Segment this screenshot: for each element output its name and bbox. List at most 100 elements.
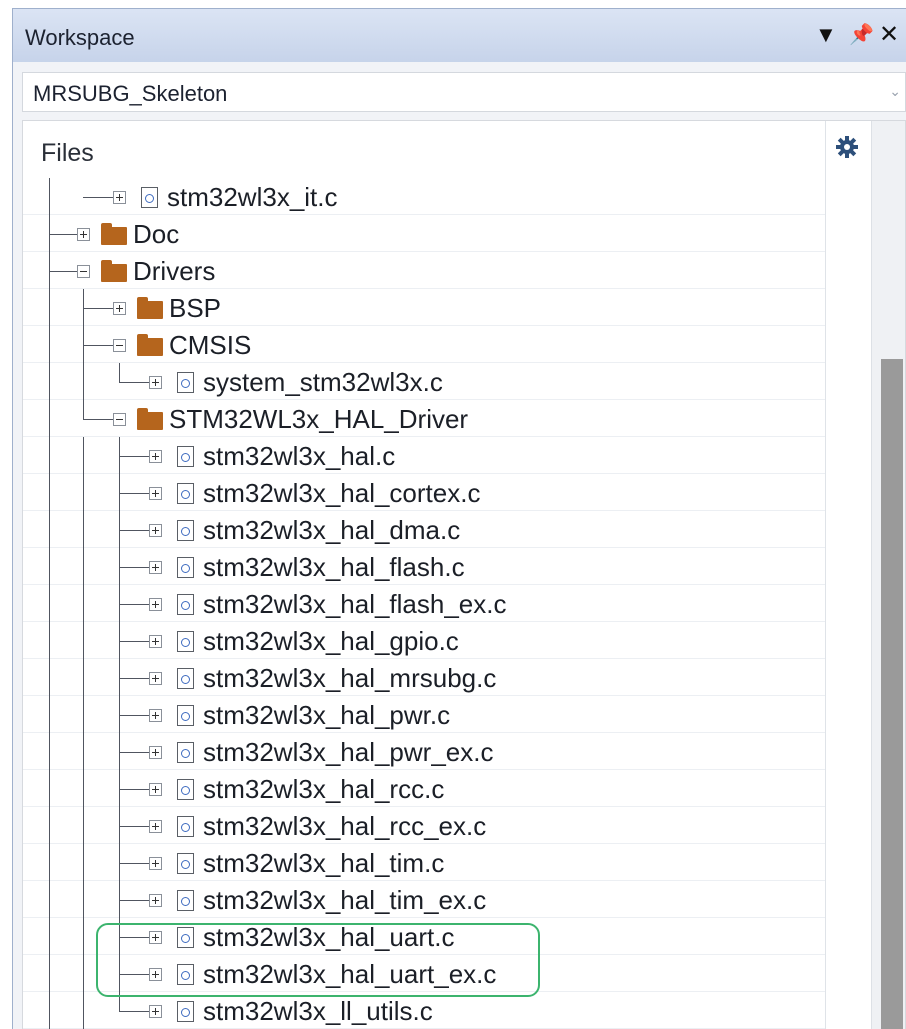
close-icon[interactable]: ✕ — [879, 23, 899, 47]
expand-icon[interactable] — [149, 561, 162, 574]
tree-row[interactable]: stm32wl3x_hal_dma.c — [23, 511, 825, 548]
file-icon — [177, 816, 194, 837]
tree-line — [49, 881, 50, 918]
tree-line — [119, 363, 120, 382]
tree-line — [49, 400, 50, 437]
tree-row[interactable]: stm32wl3x_hal_tim_ex.c — [23, 881, 825, 918]
expand-icon[interactable] — [149, 783, 162, 796]
expand-icon[interactable] — [149, 635, 162, 648]
expand-icon[interactable] — [149, 487, 162, 500]
expand-icon[interactable] — [77, 228, 90, 241]
tree-row[interactable]: stm32wl3x_hal_rcc.c — [23, 770, 825, 807]
tree-row[interactable]: stm32wl3x_ll_utils.c — [23, 992, 825, 1029]
tree-line — [83, 511, 84, 548]
folder-icon — [101, 260, 127, 282]
tree-row[interactable]: Drivers — [23, 252, 825, 289]
file-label: stm32wl3x_hal_pwr.c — [203, 700, 451, 730]
tree-line — [83, 770, 84, 807]
folder-icon — [137, 408, 163, 430]
tree-line — [49, 289, 50, 326]
tree-row[interactable]: STM32WL3x_HAL_Driver — [23, 400, 825, 437]
expand-icon[interactable] — [113, 191, 126, 204]
tree-line — [83, 955, 84, 992]
tree-row[interactable]: stm32wl3x_hal_rcc_ex.c — [23, 807, 825, 844]
expand-icon[interactable] — [149, 820, 162, 833]
tree-line — [83, 474, 84, 511]
file-icon — [177, 557, 194, 578]
tree-line — [49, 511, 50, 548]
collapse-icon[interactable] — [113, 339, 126, 352]
tree-row[interactable]: stm32wl3x_hal_gpio.c — [23, 622, 825, 659]
tree-line — [83, 437, 84, 474]
tree-row[interactable]: stm32wl3x_hal_cortex.c — [23, 474, 825, 511]
tree-line — [49, 659, 50, 696]
tree-row[interactable]: system_stm32wl3x.c — [23, 363, 825, 400]
scrollbar-thumb[interactable] — [881, 359, 903, 1029]
file-label: stm32wl3x_hal_flash.c — [203, 552, 465, 582]
project-selector[interactable]: MRSUBG_Skeleton ⌄ — [22, 72, 906, 112]
tree-line — [49, 992, 50, 1029]
tree-line — [49, 326, 50, 363]
tree-line — [49, 696, 50, 733]
file-icon — [177, 742, 194, 763]
expand-icon[interactable] — [149, 376, 162, 389]
folder-label: STM32WL3x_HAL_Driver — [169, 404, 469, 434]
file-icon — [177, 520, 194, 541]
tree-row[interactable]: stm32wl3x_it.c — [23, 178, 825, 215]
tree-line — [49, 844, 50, 881]
tree-line — [49, 622, 50, 659]
tree-line — [83, 400, 84, 419]
expand-icon[interactable] — [149, 709, 162, 722]
file-icon — [177, 668, 194, 689]
tree-line — [49, 363, 50, 400]
file-label: stm32wl3x_hal_dma.c — [203, 515, 461, 545]
chevron-down-icon[interactable]: ⌄ — [889, 83, 901, 100]
tree-row[interactable]: stm32wl3x_hal_pwr.c — [23, 696, 825, 733]
file-label: stm32wl3x_hal_pwr_ex.c — [203, 737, 494, 767]
expand-icon[interactable] — [149, 857, 162, 870]
file-icon — [177, 372, 194, 393]
tree-row[interactable]: CMSIS — [23, 326, 825, 363]
file-label: stm32wl3x_ll_utils.c — [203, 996, 433, 1026]
expand-icon[interactable] — [149, 1005, 162, 1018]
collapse-icon[interactable] — [113, 413, 126, 426]
expand-icon[interactable] — [149, 672, 162, 685]
tree-row[interactable]: stm32wl3x_hal_flash.c — [23, 548, 825, 585]
file-icon — [177, 779, 194, 800]
expand-icon[interactable] — [149, 746, 162, 759]
tree-line — [49, 955, 50, 992]
expand-icon[interactable] — [113, 302, 126, 315]
pin-icon[interactable]: 📌 — [849, 23, 874, 47]
settings-column — [826, 121, 871, 1029]
file-label: stm32wl3x_hal_rcc.c — [203, 774, 445, 804]
file-label: stm32wl3x_hal_cortex.c — [203, 478, 481, 508]
tree-row[interactable]: Doc — [23, 215, 825, 252]
expand-icon[interactable] — [149, 524, 162, 537]
file-icon — [177, 594, 194, 615]
gear-icon[interactable] — [835, 135, 859, 159]
files-header: Files — [41, 139, 94, 167]
expand-icon[interactable] — [149, 894, 162, 907]
tree-row[interactable]: stm32wl3x_hal_flash_ex.c — [23, 585, 825, 622]
tree-line — [49, 770, 50, 807]
project-selector-value: MRSUBG_Skeleton — [33, 81, 228, 106]
file-label: stm32wl3x_hal.c — [203, 441, 396, 471]
tree-line — [83, 659, 84, 696]
folder-icon — [101, 223, 127, 245]
dropdown-arrow-icon[interactable]: ▼ — [815, 23, 837, 47]
tree-row[interactable]: stm32wl3x_hal_tim.c — [23, 844, 825, 881]
folder-label: CMSIS — [169, 330, 252, 360]
tree-row[interactable]: stm32wl3x_hal.c — [23, 437, 825, 474]
tree-line — [49, 807, 50, 844]
tree-row[interactable]: stm32wl3x_hal_pwr_ex.c — [23, 733, 825, 770]
collapse-icon[interactable] — [77, 265, 90, 278]
folder-label: Doc — [133, 219, 180, 249]
tree-row[interactable]: BSP — [23, 289, 825, 326]
file-label: stm32wl3x_it.c — [167, 182, 338, 212]
file-icon — [177, 631, 194, 652]
tree-line — [83, 992, 84, 1029]
expand-icon[interactable] — [149, 598, 162, 611]
expand-icon[interactable] — [149, 450, 162, 463]
file-label: stm32wl3x_hal_tim_ex.c — [203, 885, 487, 915]
tree-row[interactable]: stm32wl3x_hal_mrsubg.c — [23, 659, 825, 696]
